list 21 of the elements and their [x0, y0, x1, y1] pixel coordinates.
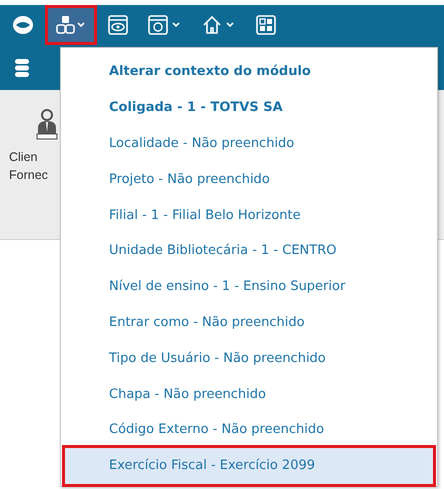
menu-item[interactable]: Tipo de Usuário - Não preenchido: [65, 340, 433, 376]
menu-item[interactable]: Coligada - 1 - TOTVS SA: [65, 90, 433, 126]
ribbon-label: Clien Fornec: [9, 149, 48, 184]
menu-item[interactable]: Nível de ensino - 1 - Ensino Superior: [65, 268, 433, 305]
toolbar-button[interactable]: [48, 8, 94, 42]
eye-icon: [108, 15, 128, 35]
menu-item[interactable]: Chapa - Não preenchido: [65, 376, 433, 412]
refresh-icon: [148, 15, 182, 35]
menu-item[interactable]: Entrar como - Não preenchido: [65, 304, 433, 340]
menu-item[interactable]: Localidade - Não preenchido: [65, 126, 433, 162]
menu-item[interactable]: Código Externo - Não preenchido: [65, 412, 433, 448]
menu-item[interactable]: Unidade Bibliotecária - 1 - CENTRO: [65, 232, 433, 269]
menu-item[interactable]: Filial - 1 - Filial Belo Horizonte: [65, 197, 433, 233]
menu-item[interactable]: Projeto - Não preenchido: [65, 161, 433, 198]
logo-icon: [12, 14, 34, 36]
hierarchy-icon: [56, 15, 86, 35]
dashboard-icon: [256, 15, 276, 35]
person-icon[interactable]: [36, 108, 58, 142]
database-icon[interactable]: [14, 58, 30, 78]
home-icon: [202, 15, 236, 35]
menu-item[interactable]: Exercício Fiscal - Exercício 2099: [65, 448, 433, 484]
